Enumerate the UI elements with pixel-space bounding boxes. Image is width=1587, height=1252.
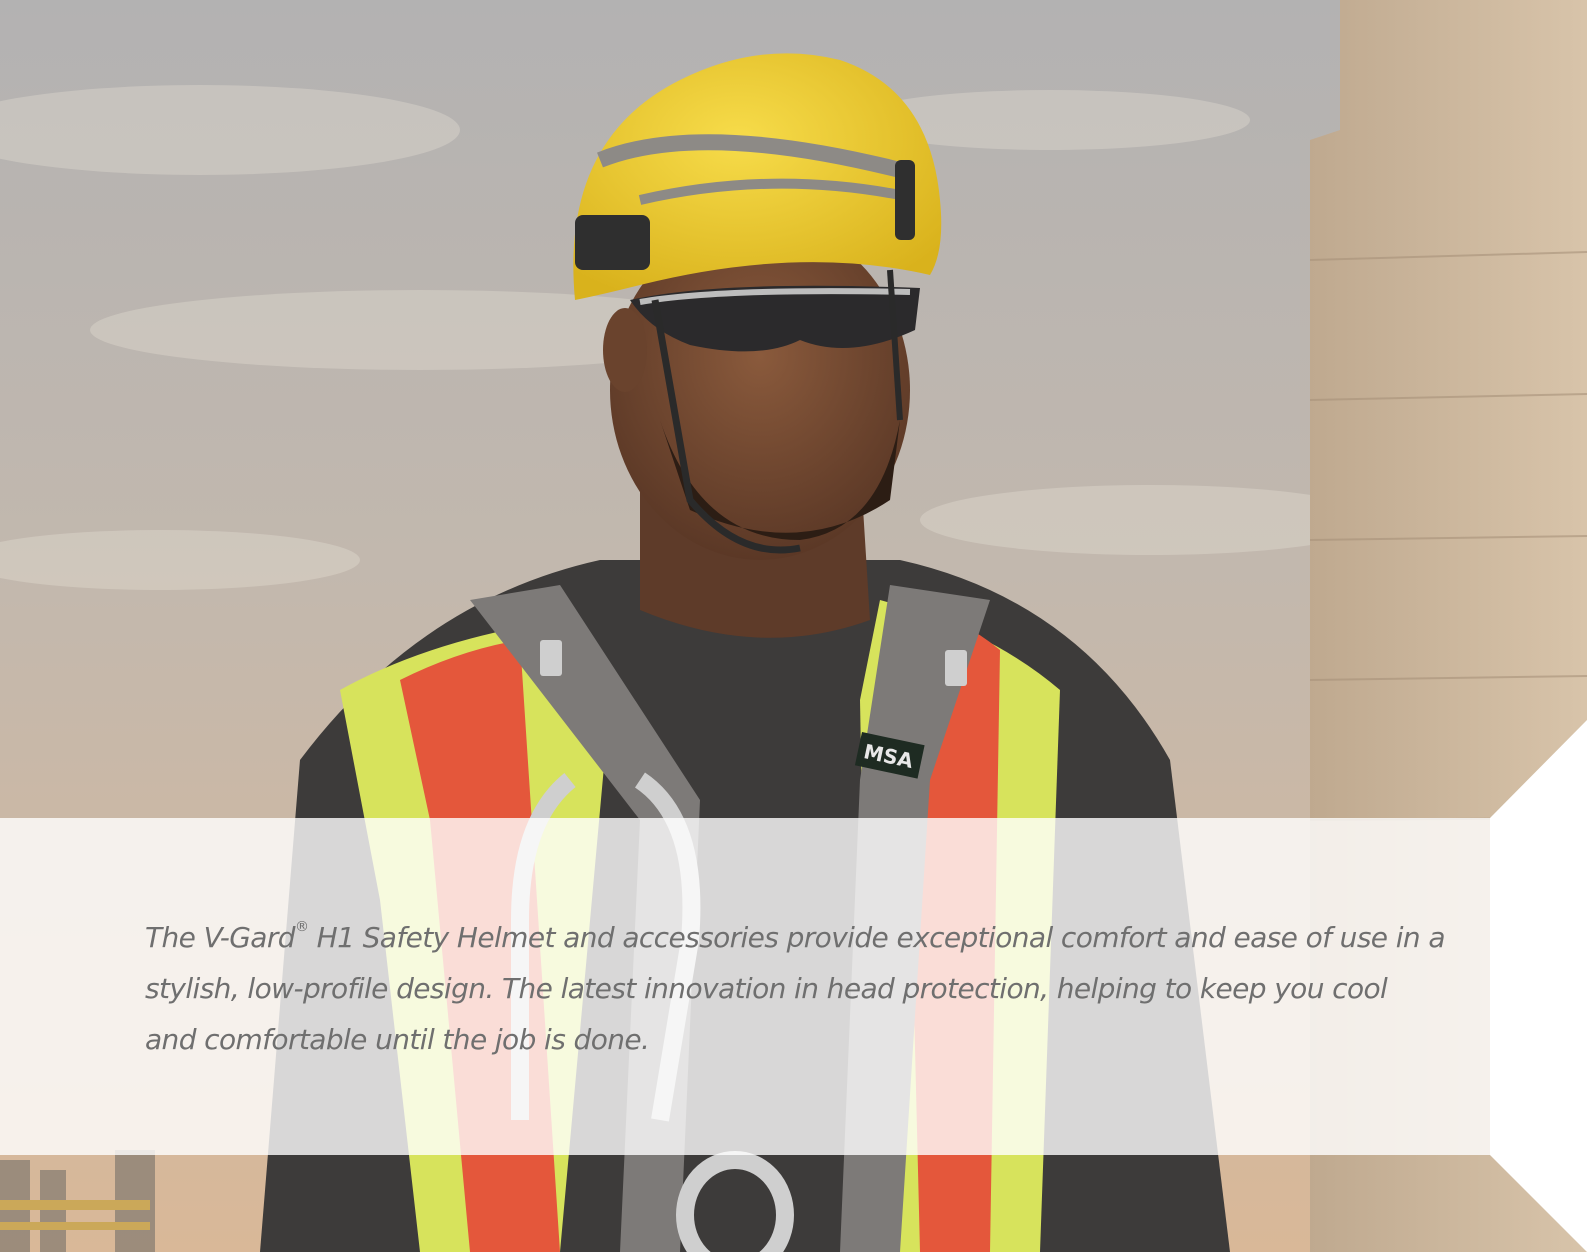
caption-part1: The V-Gard [145,921,296,954]
product-description: The V-Gard® H1 Safety Helmet and accesso… [145,912,1446,1065]
brochure-page: MSA The V-Gard® H1 Safety Helmet and acc… [0,0,1587,1252]
caption-part2: H1 Safety Helmet and accessories provide… [145,921,1446,1056]
registered-mark: ® [294,918,309,935]
